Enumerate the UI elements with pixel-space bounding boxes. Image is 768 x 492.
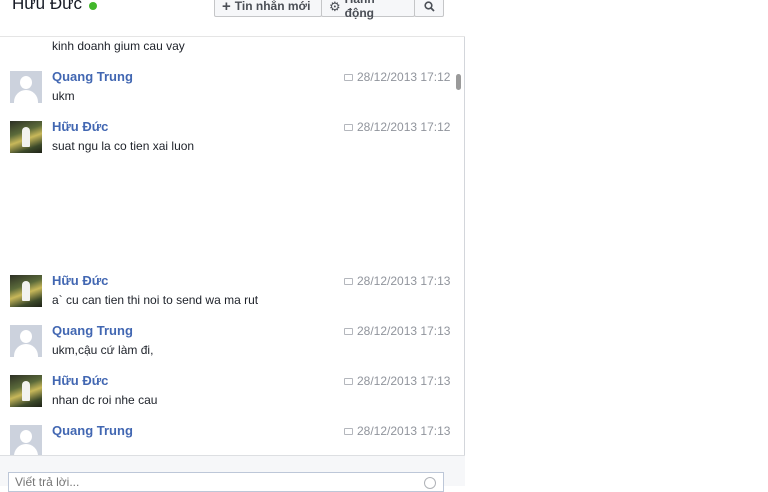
avatar[interactable] [10, 375, 42, 407]
timestamp: 28/12/2013 17:13 [357, 424, 451, 438]
timestamp: 28/12/2013 17:13 [357, 324, 451, 338]
message-text: suat ngu la co tien xai luon [52, 139, 195, 153]
avatar[interactable] [10, 121, 42, 153]
search-icon [423, 0, 435, 12]
sender-name[interactable]: Hữu Đức [52, 373, 108, 388]
online-status-icon [89, 2, 97, 10]
actions-label: Hành động [344, 0, 375, 20]
message-text: kinh doanh gium cau vay [52, 39, 185, 53]
message-time: 28/12/2013 17:13 [344, 374, 450, 388]
sender-name[interactable]: Hữu Đức [52, 119, 108, 134]
sender-name[interactable]: Quang Trung [52, 423, 133, 438]
sender-name[interactable]: Quang Trung [52, 69, 133, 84]
reply-area [0, 455, 465, 492]
message-text: nhan dc roi nhe cau [52, 393, 158, 407]
reply-input[interactable] [8, 472, 444, 492]
timestamp: 28/12/2013 17:13 [357, 374, 451, 388]
conversation-panel: Hữu Đức + Tin nhắn mới ⚙ Hành động kinh … [0, 0, 465, 492]
message-time: 28/12/2013 17:12 [344, 120, 450, 134]
chat-bubble-icon [344, 73, 353, 81]
message-time: 28/12/2013 17:12 [344, 70, 450, 84]
sender-name[interactable]: Quang Trung [52, 323, 133, 338]
search-button[interactable] [414, 0, 444, 17]
scrollbar-thumb[interactable] [456, 74, 461, 90]
message-list[interactable]: kinh doanh gium cau vay Quang Trung 28/1… [0, 37, 465, 455]
chat-bubble-icon [344, 427, 353, 435]
gear-icon: ⚙ [329, 0, 341, 14]
new-message-button[interactable]: + Tin nhắn mới [214, 0, 322, 17]
avatar[interactable] [10, 71, 42, 103]
message-time: 28/12/2013 17:13 [344, 424, 450, 438]
message-text: ukm,cậu cứ làm đi, [52, 343, 154, 357]
message-time: 28/12/2013 17:13 [344, 274, 450, 288]
emoji-icon[interactable] [424, 477, 436, 489]
contact-name[interactable]: Hữu Đức [12, 0, 82, 14]
avatar[interactable] [10, 425, 42, 455]
message-text: a` cu can tien thi noi to send wa ma rut [52, 293, 259, 307]
timestamp: 28/12/2013 17:12 [357, 120, 451, 134]
avatar[interactable] [10, 275, 42, 307]
timestamp: 28/12/2013 17:12 [357, 70, 451, 84]
timestamp: 28/12/2013 17:13 [357, 274, 451, 288]
chat-bubble-icon [344, 377, 353, 385]
message-text: ukm [52, 89, 75, 103]
plus-icon: + [222, 0, 231, 15]
sender-name[interactable]: Hữu Đức [52, 273, 108, 288]
actions-button[interactable]: ⚙ Hành động [321, 0, 415, 20]
chat-bubble-icon [344, 123, 353, 131]
message-time: 28/12/2013 17:13 [344, 324, 450, 338]
chat-bubble-icon [344, 277, 353, 285]
conversation-header: Hữu Đức + Tin nhắn mới ⚙ Hành động [0, 0, 465, 37]
new-message-label: Tin nhắn mới [234, 0, 311, 13]
chat-bubble-icon [344, 327, 353, 335]
avatar[interactable] [10, 325, 42, 357]
